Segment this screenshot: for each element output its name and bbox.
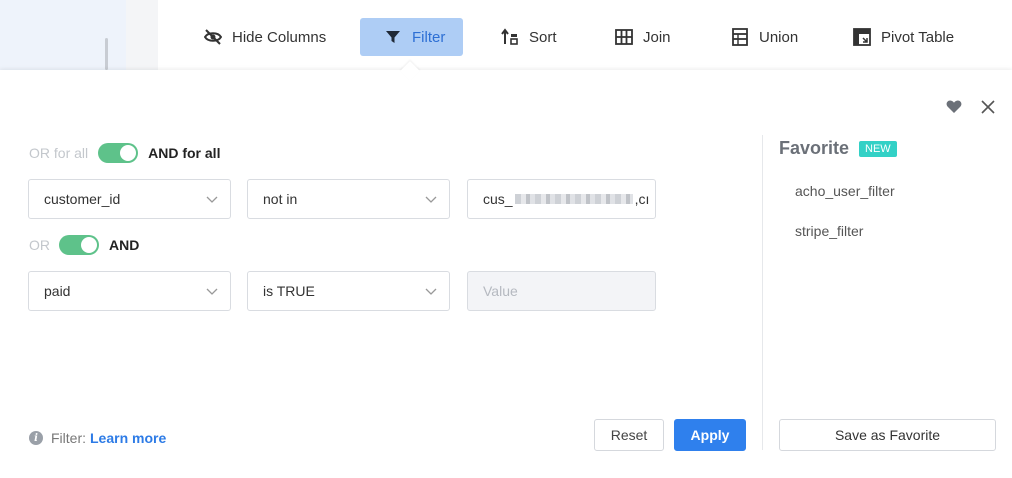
value-input-1-prefix: cus_ — [483, 191, 513, 207]
learn-more-link[interactable]: Learn more — [90, 430, 166, 446]
operator-select-1[interactable]: not in — [247, 179, 450, 219]
left-sidebar-strip — [0, 0, 126, 70]
or-for-all-label: OR for all — [29, 145, 89, 161]
join-icon — [615, 28, 633, 46]
column-select-2-value: paid — [44, 283, 71, 299]
toolbar-sort[interactable]: Sort — [501, 18, 581, 56]
toolbar-union-label: Union — [759, 28, 799, 46]
filter-icon — [384, 28, 402, 46]
new-badge: NEW — [859, 140, 897, 157]
and-label: AND — [109, 237, 140, 253]
value-input-1-suffix: ,cı — [634, 191, 650, 207]
column-select-1[interactable]: customer_id — [28, 179, 231, 219]
and-for-all-label: AND for all — [148, 145, 221, 161]
panel-top-icons — [946, 99, 996, 115]
save-as-favorite-button[interactable]: Save as Favorite — [779, 419, 996, 451]
favorites-title: Favorite — [779, 138, 850, 158]
union-icon — [731, 28, 749, 46]
toolbar-hide-columns-label: Hide Columns — [232, 28, 327, 46]
toolbar-union[interactable]: Union — [731, 18, 816, 56]
toolbar-filter[interactable]: Filter — [360, 18, 463, 56]
favorites-divider — [762, 135, 763, 450]
condition-logic-toggle[interactable] — [59, 235, 99, 255]
close-icon[interactable] — [980, 99, 996, 115]
toolbar-pivot-table[interactable]: Pivot Table — [853, 18, 963, 56]
condition-logic-toggle-row: OR AND — [29, 235, 139, 255]
or-label: OR — [29, 237, 50, 253]
chevron-down-icon — [206, 288, 218, 295]
scroll-indicator — [105, 38, 108, 70]
favorites-header: Favorite NEW — [779, 138, 897, 159]
toolbar-filter-label: Filter — [412, 28, 446, 46]
toolbar-join[interactable]: Join — [615, 18, 695, 56]
eye-off-icon — [204, 28, 222, 46]
sort-icon — [501, 28, 519, 46]
transform-toolbar: Hide Columns Filter Sort Join Union Pivo… — [158, 0, 1012, 70]
group-logic-toggle[interactable] — [98, 143, 139, 163]
heart-icon[interactable] — [946, 99, 962, 115]
redacted-value — [514, 194, 633, 204]
toolbar-pivot-table-label: Pivot Table — [881, 28, 955, 46]
operator-select-2-value: is TRUE — [263, 283, 315, 299]
apply-button[interactable]: Apply — [674, 419, 746, 451]
toolbar-hide-columns[interactable]: Hide Columns — [204, 18, 334, 56]
column-select-2[interactable]: paid — [28, 271, 231, 311]
reset-button[interactable]: Reset — [594, 419, 664, 451]
toolbar-join-label: Join — [643, 28, 671, 46]
pivot-table-icon — [853, 28, 871, 46]
value-input-2[interactable]: Value — [467, 271, 656, 311]
chevron-down-icon — [206, 196, 218, 203]
group-logic-toggle-row: OR for all AND for all — [29, 143, 220, 163]
filter-help: i Filter: Learn more — [29, 430, 166, 446]
toolbar-sort-label: Sort — [529, 28, 557, 46]
chevron-down-icon — [425, 288, 437, 295]
favorite-item-stripe-filter[interactable]: stripe_filter — [795, 223, 863, 239]
value-input-1[interactable]: cus_ ,cı — [467, 179, 656, 219]
value-input-2-placeholder: Value — [483, 283, 518, 299]
operator-select-2[interactable]: is TRUE — [247, 271, 450, 311]
favorite-item-acho-user-filter[interactable]: acho_user_filter — [795, 183, 895, 199]
chevron-down-icon — [425, 196, 437, 203]
info-icon: i — [29, 431, 43, 445]
filter-help-label: Filter: — [51, 430, 86, 446]
operator-select-1-value: not in — [263, 191, 298, 207]
column-select-1-value: customer_id — [44, 191, 121, 207]
